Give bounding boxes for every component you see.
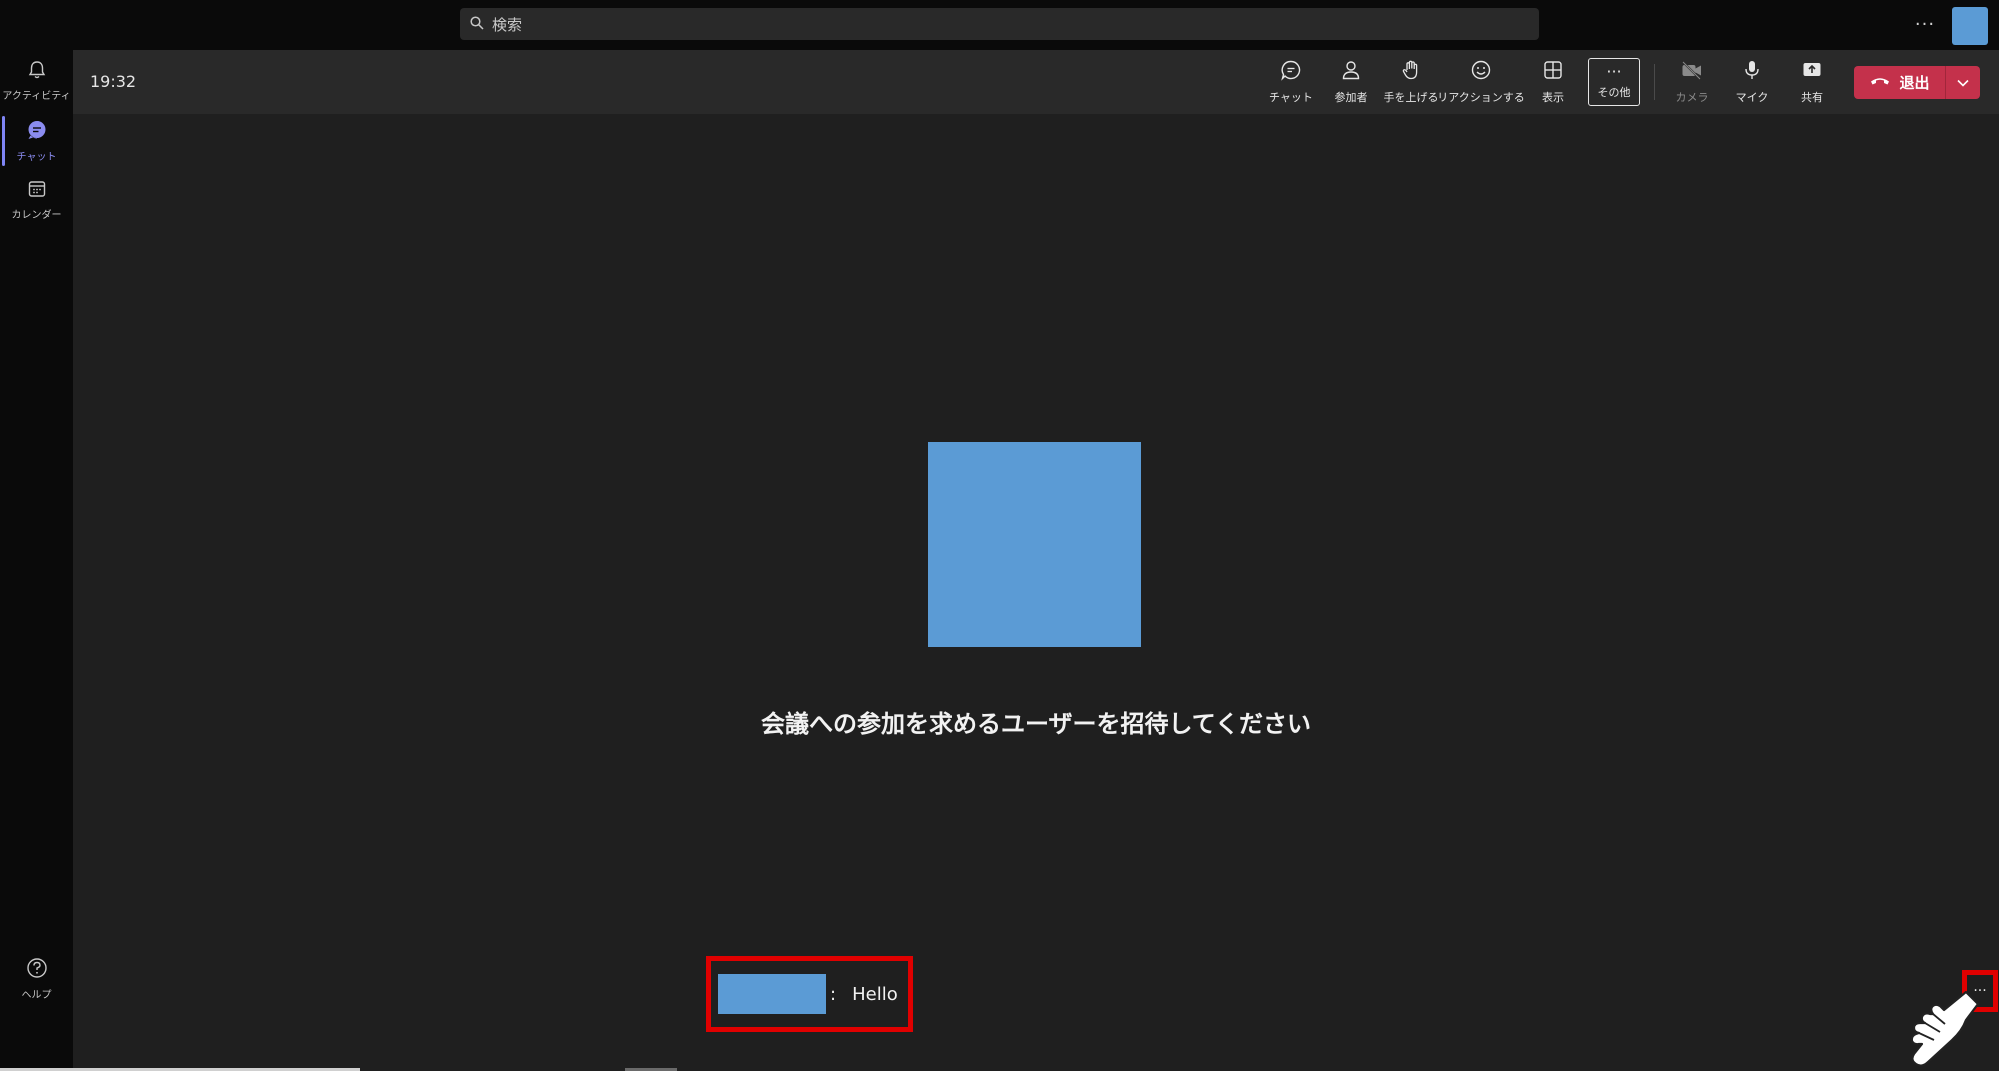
tool-label: 手を上げる bbox=[1383, 91, 1439, 104]
chat-icon bbox=[26, 119, 48, 145]
leave-button-group: 退出 bbox=[1854, 66, 1980, 99]
user-avatar[interactable] bbox=[1952, 7, 1988, 45]
sender-name-redacted bbox=[718, 974, 826, 1014]
help-icon bbox=[26, 957, 48, 983]
meeting-toolbar: 19:32 チャット 参加者 手を上げる リアクションする 表示 ··· その他… bbox=[73, 50, 1999, 114]
pointing-hand-icon bbox=[1900, 990, 1980, 1070]
chat-message-bubble[interactable]: : Hello bbox=[718, 972, 903, 1016]
mic-icon bbox=[1741, 59, 1763, 85]
toolbar-camera-button[interactable]: カメラ bbox=[1664, 58, 1720, 106]
message-separator: : bbox=[830, 983, 837, 1005]
tool-label: カメラ bbox=[1675, 91, 1709, 104]
tool-label: チャット bbox=[1269, 91, 1313, 104]
search-placeholder: 検索 bbox=[492, 15, 523, 34]
rail-item-label: アクティビティ bbox=[2, 91, 71, 102]
search-icon bbox=[470, 15, 484, 34]
calendar-icon bbox=[27, 179, 47, 203]
tool-label: マイク bbox=[1735, 91, 1769, 104]
tool-label: 共有 bbox=[1801, 91, 1823, 104]
tool-label: 参加者 bbox=[1334, 91, 1368, 104]
toolbar-raise-hand-button[interactable]: 手を上げる bbox=[1383, 58, 1439, 106]
camera-off-icon bbox=[1680, 59, 1704, 85]
tool-label: その他 bbox=[1597, 86, 1631, 99]
chat-message-text: Hello bbox=[852, 983, 898, 1005]
leave-label: 退出 bbox=[1899, 74, 1930, 92]
people-icon bbox=[1340, 59, 1362, 85]
tool-label: リアクションする bbox=[1437, 91, 1525, 104]
meeting-stage: 会議への参加を求めるユーザーを招待してください bbox=[73, 114, 1999, 1071]
toolbar-participants-button[interactable]: 参加者 bbox=[1323, 58, 1379, 106]
chat-icon bbox=[1280, 59, 1302, 85]
share-icon bbox=[1801, 59, 1823, 85]
toolbar-divider bbox=[1654, 64, 1655, 100]
raise-hand-icon bbox=[1400, 59, 1422, 85]
teams-meeting-window: 検索 ··· アクティビティ チャット カレンダー ヘルプ 19:32 チャット… bbox=[0, 0, 1999, 1071]
search-box[interactable]: 検索 bbox=[460, 8, 1539, 40]
chevron-down-icon bbox=[1956, 73, 1970, 92]
more-icon: ··· bbox=[1606, 62, 1622, 81]
grid-icon bbox=[1542, 59, 1564, 85]
tool-label: 表示 bbox=[1542, 91, 1564, 104]
settings-more-button[interactable]: ··· bbox=[1910, 10, 1940, 38]
smiley-icon bbox=[1470, 59, 1492, 85]
meeting-timer: 19:32 bbox=[90, 72, 137, 91]
toolbar-share-button[interactable]: 共有 bbox=[1784, 58, 1840, 106]
rail-item-activity[interactable]: アクティビティ bbox=[0, 52, 73, 110]
toolbar-chat-button[interactable]: チャット bbox=[1263, 58, 1319, 106]
toolbar-view-button[interactable]: 表示 bbox=[1525, 58, 1581, 106]
leave-options-button[interactable] bbox=[1946, 66, 1980, 99]
toolbar-more-button[interactable]: ··· その他 bbox=[1588, 58, 1640, 106]
toolbar-react-button[interactable]: リアクションする bbox=[1437, 58, 1525, 106]
rail-item-label: チャット bbox=[16, 152, 57, 163]
app-rail: アクティビティ チャット カレンダー ヘルプ bbox=[0, 50, 73, 1071]
meeting-avatar-placeholder bbox=[928, 442, 1141, 647]
leave-button[interactable]: 退出 bbox=[1854, 66, 1946, 99]
rail-item-help[interactable]: ヘルプ bbox=[0, 950, 73, 1008]
invite-prompt-text: 会議への参加を求めるユーザーを招待してください bbox=[760, 710, 1312, 738]
bell-icon bbox=[27, 60, 47, 84]
hang-up-icon bbox=[1869, 73, 1891, 92]
toolbar-mic-button[interactable]: マイク bbox=[1724, 58, 1780, 106]
rail-item-calendar[interactable]: カレンダー bbox=[0, 171, 73, 229]
title-bar: 検索 ··· bbox=[0, 0, 1999, 50]
rail-item-label: ヘルプ bbox=[21, 990, 52, 1001]
rail-item-label: カレンダー bbox=[11, 210, 62, 221]
rail-item-chat[interactable]: チャット bbox=[0, 112, 73, 170]
